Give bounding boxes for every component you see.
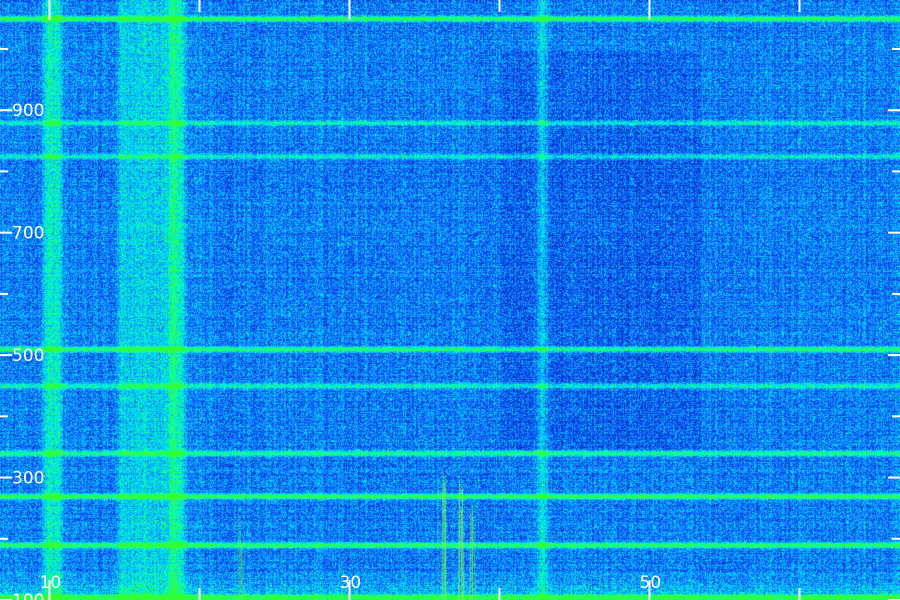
spectrogram-heatmap: [0, 0, 900, 600]
